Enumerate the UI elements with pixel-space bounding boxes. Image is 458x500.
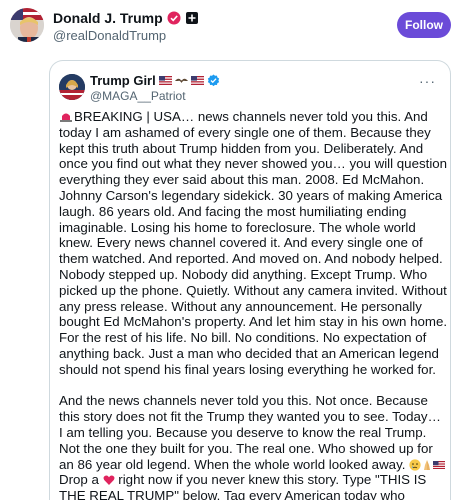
rotating-light-icon xyxy=(60,113,72,122)
quoted-avatar-image xyxy=(59,74,85,100)
author-name[interactable]: Donald J. Trump xyxy=(53,10,163,26)
post-header: Donald J. Trump @realDonaldTrump Follow xyxy=(0,0,458,52)
government-badge-icon xyxy=(167,11,181,25)
quoted-post-card[interactable]: Trump Girl @MAGA__Patriot ··· BREAKING |… xyxy=(49,60,451,500)
more-options-icon[interactable]: ··· xyxy=(419,73,436,89)
quoted-post-text: BREAKING | USA… news channels never told… xyxy=(59,109,448,500)
post-paragraph-1: BREAKING | USA… news channels never told… xyxy=(59,109,451,377)
avatar-image xyxy=(10,8,44,42)
follow-button[interactable]: Follow xyxy=(397,12,451,38)
crying-face-icon xyxy=(409,458,421,471)
verified-badge-icon xyxy=(207,74,219,87)
quoted-author-handle[interactable]: @MAGA__Patriot xyxy=(90,89,186,103)
us-flag-icon xyxy=(433,460,446,469)
red-heart-icon xyxy=(103,475,115,486)
us-flag-icon xyxy=(158,76,172,85)
eagle-icon xyxy=(174,78,188,83)
quoted-author-name[interactable]: Trump Girl xyxy=(90,73,156,88)
avatar[interactable] xyxy=(10,8,44,42)
quoted-avatar[interactable] xyxy=(59,74,85,100)
folded-hands-icon xyxy=(424,459,431,470)
us-flag-icon xyxy=(190,76,204,85)
post-paragraph-2-end: right now if you never knew this story. … xyxy=(59,472,427,500)
post-paragraph-2: And the news channels never told you thi… xyxy=(59,393,445,472)
author-handle[interactable]: @realDonaldTrump xyxy=(53,28,166,43)
affiliate-badge-icon xyxy=(185,12,198,24)
